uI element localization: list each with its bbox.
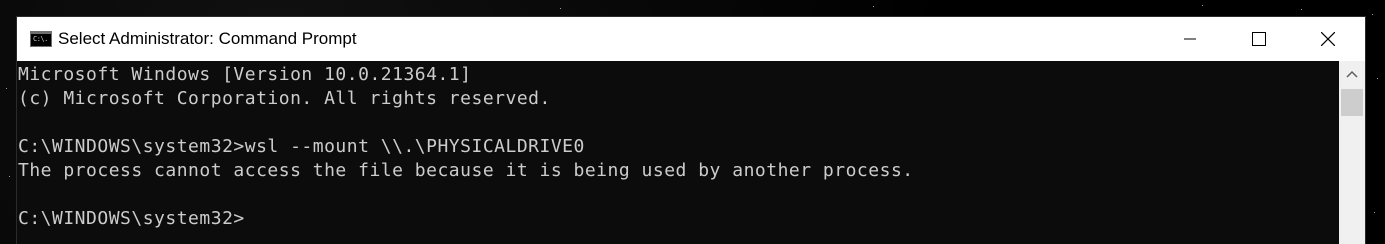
console-line: (c) Microsoft Corporation. All rights re… xyxy=(18,88,551,109)
star xyxy=(1372,14,1373,15)
scroll-up-button[interactable] xyxy=(1339,61,1365,87)
star xyxy=(1374,212,1375,213)
minimize-button[interactable] xyxy=(1167,17,1213,61)
star xyxy=(1202,5,1203,6)
maximize-button[interactable] xyxy=(1236,17,1282,61)
star xyxy=(1377,78,1378,79)
console-output[interactable]: Microsoft Windows [Version 10.0.21364.1]… xyxy=(17,61,1339,244)
vertical-scrollbar[interactable] xyxy=(1339,61,1365,244)
console-line: Microsoft Windows [Version 10.0.21364.1] xyxy=(18,64,472,85)
console-line: C:\WINDOWS\system32>wsl --mount \\.\PHYS… xyxy=(18,136,585,157)
star xyxy=(9,176,10,177)
minimize-icon xyxy=(1184,38,1196,40)
star xyxy=(560,8,561,9)
star xyxy=(873,6,874,7)
console-line: The process cannot access the file becau… xyxy=(18,160,914,181)
close-button[interactable] xyxy=(1305,17,1351,61)
console-prompt-line: C:\WINDOWS\system32> xyxy=(18,208,245,229)
close-icon xyxy=(1321,32,1335,46)
scrollbar-thumb[interactable] xyxy=(1341,89,1363,116)
command-prompt-window: C:\. Select Administrator: Command Promp… xyxy=(17,17,1365,244)
window-title: Select Administrator: Command Prompt xyxy=(58,29,357,48)
chevron-up-icon xyxy=(1346,70,1358,78)
maximize-icon xyxy=(1252,32,1266,46)
command-prompt-icon[interactable]: C:\. xyxy=(30,31,52,47)
title-bar[interactable]: C:\. Select Administrator: Command Promp… xyxy=(17,17,1365,61)
star xyxy=(1301,9,1302,10)
app-icon-label: C:\. xyxy=(33,35,48,43)
star xyxy=(6,88,7,89)
